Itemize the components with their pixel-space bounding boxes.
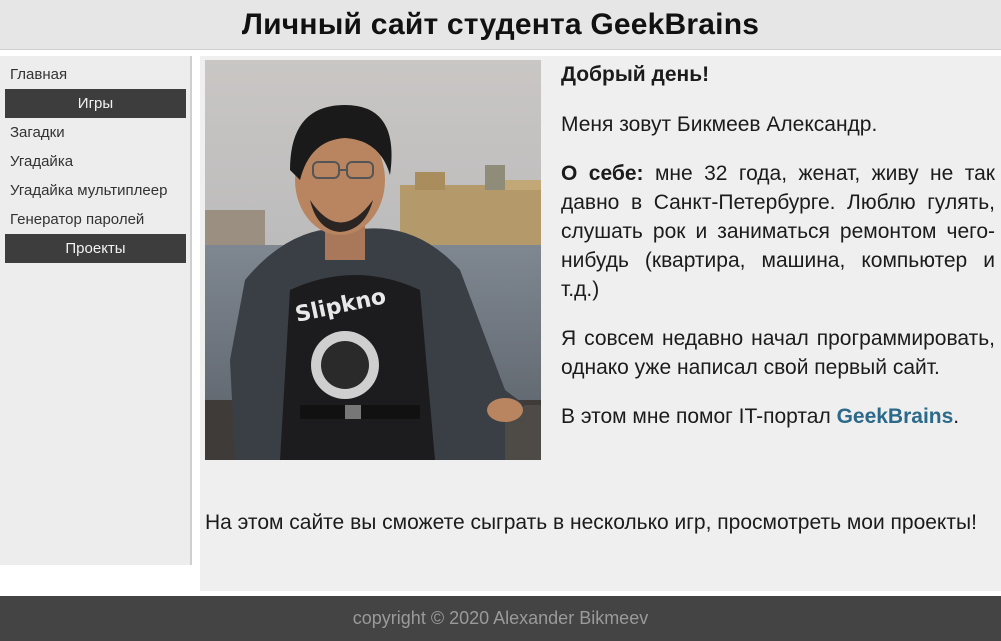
sidebar-item-home[interactable]: Главная — [0, 60, 190, 89]
page-footer: copyright © 2020 Alexander Bikmeev — [0, 596, 1001, 641]
profile-photo: Slipkno — [205, 60, 541, 460]
sidebar-item-projects[interactable]: Проекты — [5, 234, 186, 263]
about-text-block: Добрый день! Меня зовут Бикмеев Александ… — [561, 60, 995, 451]
help-end: . — [953, 405, 960, 428]
site-description: На этом сайте вы сможете сыграть в неско… — [205, 511, 977, 534]
intro-paragraph: Меня зовут Бикмеев Александр. — [561, 113, 878, 136]
page-header: Личный сайт студента GeekBrains — [0, 0, 1001, 50]
geekbrains-link[interactable]: GeekBrains — [837, 405, 954, 428]
programming-paragraph: Я совсем недавно начал программировать, … — [561, 327, 995, 379]
greeting-heading: Добрый день! — [561, 63, 710, 86]
sidebar-item-guess[interactable]: Угадайка — [0, 147, 190, 176]
page-title: Личный сайт студента GeekBrains — [241, 7, 760, 41]
copyright-text: copyright © 2020 Alexander Bikmeev — [352, 608, 649, 628]
sidebar-item-riddles[interactable]: Загадки — [0, 118, 190, 147]
sidebar-item-games[interactable]: Игры — [5, 89, 186, 118]
about-paragraph: О себе: мне 32 года, женат, живу не так … — [561, 159, 995, 304]
help-text: В этом мне помог IT-портал — [561, 405, 837, 428]
profile-photo-image: Slipkno — [205, 60, 541, 460]
sidebar-item-guess-multiplayer[interactable]: Угадайка мультиплеер — [0, 176, 190, 205]
help-paragraph: В этом мне помог IT-портал GeekBrains. — [561, 402, 995, 431]
sidebar: Главная Игры Загадки Угадайка Угадайка м… — [0, 56, 192, 565]
main-content: Slipkno Добрый день! Меня зовут Бикмеев … — [200, 56, 1001, 591]
sidebar-item-password-generator[interactable]: Генератор паролей — [0, 205, 190, 234]
about-label: О себе: — [561, 162, 644, 185]
